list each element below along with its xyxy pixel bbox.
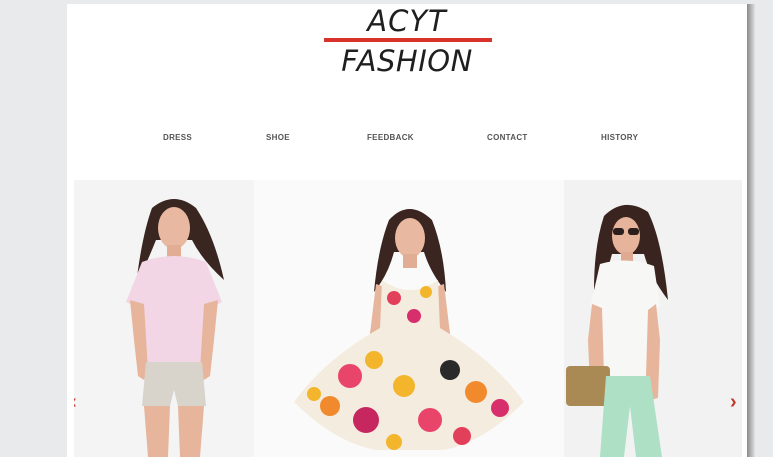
logo-divider bbox=[324, 38, 492, 42]
slider-next-button[interactable]: › bbox=[730, 392, 737, 412]
main-nav: DRESS SHOE FEEDBACK CONTACT HISTORY bbox=[67, 133, 747, 147]
page-container: ACYT FASHION DRESS SHOE FEEDBACK CONTACT… bbox=[67, 4, 747, 457]
site-logo[interactable]: ACYT FASHION bbox=[322, 4, 492, 82]
nav-item-contact[interactable]: CONTACT bbox=[487, 133, 528, 142]
nav-item-history[interactable]: HISTORY bbox=[601, 133, 638, 142]
model-white-blouse-image bbox=[564, 180, 742, 457]
logo-text-top: ACYT bbox=[367, 4, 447, 38]
image-slider: ‹ › bbox=[74, 180, 742, 457]
slider-prev-button[interactable]: ‹ bbox=[74, 392, 77, 412]
nav-item-feedback[interactable]: FEEDBACK bbox=[367, 133, 414, 142]
nav-item-dress[interactable]: DRESS bbox=[163, 133, 192, 142]
nav-item-shoe[interactable]: SHOE bbox=[266, 133, 290, 142]
model-floral-dress-image bbox=[254, 180, 564, 457]
page-edge-shadow bbox=[747, 4, 755, 457]
chevron-right-icon: › bbox=[730, 391, 737, 413]
model-pink-blouse-image bbox=[74, 180, 254, 457]
chevron-left-icon: ‹ bbox=[74, 391, 77, 413]
logo-text-bottom: FASHION bbox=[341, 44, 473, 78]
